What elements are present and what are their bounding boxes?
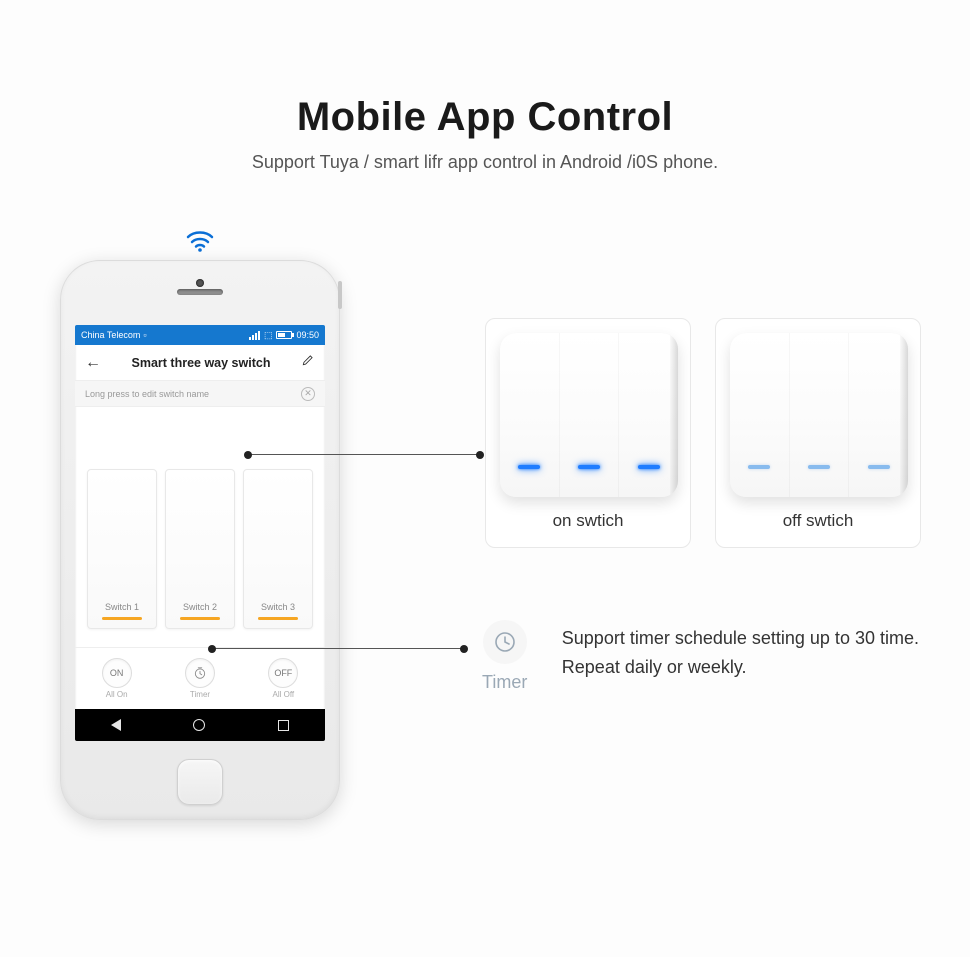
hardware-switch-on [500,333,678,497]
home-button[interactable] [177,759,223,805]
phone-earpiece [177,289,223,295]
hardware-switch-off [730,333,908,497]
connector-line [210,648,464,649]
switch-label: Switch 2 [166,602,234,612]
back-button[interactable]: ← [85,354,101,372]
on-switch-panel: on swtich [485,318,691,548]
timer-button[interactable]: Timer [185,658,215,699]
sim-icon: ▫ [143,330,146,340]
timer-icon [185,658,215,688]
wifi-signal-icon [249,331,260,340]
connector-dot [208,645,216,653]
signal-icon: ⬚ [264,330,273,341]
page-title: Mobile App Control [0,95,970,140]
phone-screen: China Telecom ▫ ⬚ 09:50 ← Smart three wa… [75,325,325,741]
off-switch-caption: off swtich [730,511,906,531]
off-switch-panel: off swtich [715,318,921,548]
app-title: Smart three way switch [132,356,271,370]
all-on-icon: ON [102,658,132,688]
carrier-label: China Telecom [81,330,140,340]
connector-dot [476,451,484,459]
clock-icon [483,620,527,664]
switch-row: Switch 1 Switch 2 Switch 3 [75,407,325,647]
all-on-label: All On [106,690,128,699]
all-on-button[interactable]: ON All On [102,658,132,699]
all-off-icon: OFF [268,658,298,688]
phone-camera [196,279,204,287]
phone-mockup: China Telecom ▫ ⬚ 09:50 ← Smart three wa… [60,260,340,820]
status-bar: China Telecom ▫ ⬚ 09:50 [75,325,325,345]
android-nav-bar [75,709,325,741]
battery-icon [276,331,292,339]
hint-banner: Long press to edit switch name ✕ [75,381,325,407]
connector-dot [460,645,468,653]
timer-feature-label: Timer [482,672,527,693]
page-subtitle: Support Tuya / smart lifr app control in… [0,152,970,173]
nav-home-icon[interactable] [193,719,205,731]
edit-button[interactable] [301,353,315,372]
close-hint-button[interactable]: ✕ [301,387,315,401]
switch-card-3[interactable]: Switch 3 [243,469,313,629]
nav-recent-icon[interactable] [278,720,289,731]
switch-label: Switch 3 [244,602,312,612]
timer-label: Timer [190,690,210,699]
all-off-label: All Off [272,690,294,699]
app-bar: ← Smart three way switch [75,345,325,381]
switch-label: Switch 1 [88,602,156,612]
action-row: ON All On Timer OFF All Off [75,647,325,709]
hint-text: Long press to edit switch name [85,389,209,399]
switch-card-1[interactable]: Switch 1 [87,469,157,629]
wifi-icon [186,230,214,257]
timer-feature: Timer Support timer schedule setting up … [482,620,932,693]
timer-feature-desc: Support timer schedule setting up to 30 … [562,620,932,682]
nav-back-icon[interactable] [111,719,121,731]
connector-dot [244,451,252,459]
all-off-button[interactable]: OFF All Off [268,658,298,699]
switch-card-2[interactable]: Switch 2 [165,469,235,629]
on-switch-caption: on swtich [500,511,676,531]
connector-line [246,454,480,455]
clock: 09:50 [296,330,319,340]
